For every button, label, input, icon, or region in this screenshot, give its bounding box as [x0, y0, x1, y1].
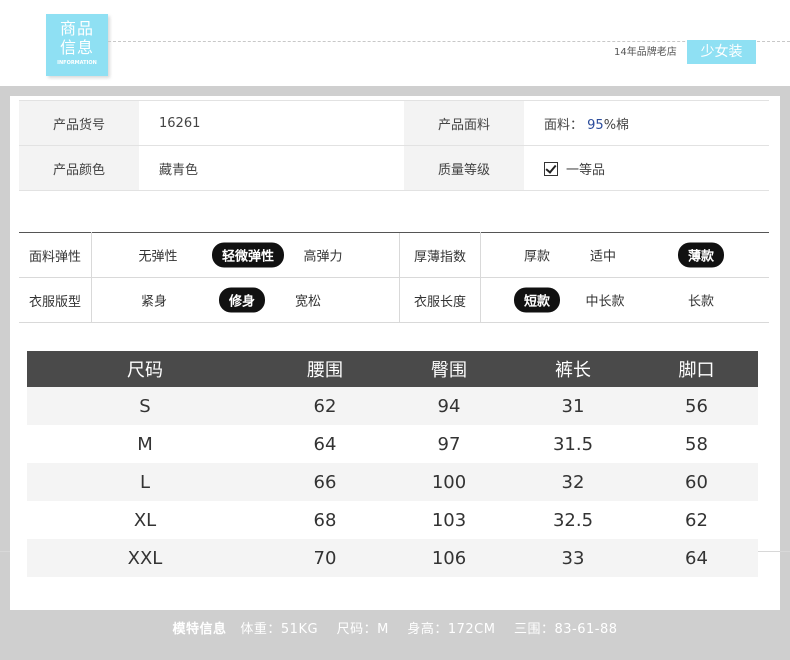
size-row: XXL 70 106 33 64: [27, 539, 758, 577]
quality-label: 质量等级: [404, 145, 524, 191]
model-weight: 体重：51KG: [240, 622, 319, 637]
size-first-col-inner: M: [137, 433, 153, 455]
logo-en: INFORMATION: [57, 60, 97, 66]
header-hip: 臀围: [387, 351, 511, 387]
fabric-value: 面料： 95%棉: [524, 100, 769, 146]
size-cell: L: [27, 463, 263, 501]
size-cell: 94: [387, 387, 511, 425]
thickness-option: 适中: [589, 249, 617, 265]
header: 商品 信息 INFORMATION 14年品牌老店 少女装: [0, 0, 790, 86]
size-first-col-inner: 尺码: [127, 360, 163, 381]
length-option: 中长款: [585, 294, 625, 310]
size-cell: S: [27, 387, 263, 425]
shop-tag: 少女装: [687, 40, 756, 64]
size-chart-table: 尺码 腰围 臀围 裤长 脚口 S 62 94 31 56 M 64 97 31.5 58 L 66 100 32 60…: [27, 351, 758, 577]
fabric-label: 产品面料: [404, 100, 524, 146]
header-length: 裤长: [511, 351, 635, 387]
size-cell: 100: [387, 463, 511, 501]
header-waist: 腰围: [263, 351, 387, 387]
size-row: S 62 94 31 56: [27, 387, 758, 425]
attr-row: 衣服版型 紧身 修身 宽松 衣服长度 短款 中长款 长款: [19, 277, 769, 323]
fit-options: 紧身 修身 宽松: [91, 277, 400, 323]
model-measurements: 三围：83-61-88: [513, 622, 618, 637]
logo-line1: 商品: [59, 19, 94, 38]
fabric-prefix: 面料：: [544, 117, 584, 133]
size-first-col-inner: XL: [133, 509, 157, 531]
size-cell: 32.5: [511, 501, 635, 539]
size-cell: 66: [263, 463, 387, 501]
fit-option-selected: 修身: [218, 287, 266, 313]
size-cell: XXL: [27, 539, 263, 577]
header-hem: 脚口: [635, 351, 758, 387]
size-cell: 106: [387, 539, 511, 577]
info-row: 产品颜色 藏青色 质量等级 一等品: [19, 145, 769, 191]
fabric-percent: 95: [587, 117, 604, 133]
elasticity-options: 无弹性 轻微弹性 高弹力: [91, 232, 400, 278]
size-first-col-inner: XXL: [127, 547, 163, 569]
size-cell: 58: [635, 425, 758, 463]
length-options: 短款 中长款 长款: [480, 277, 769, 323]
left-edge-line: [0, 551, 10, 552]
elasticity-label: 面料弹性: [19, 232, 92, 278]
quality-value: 一等品: [566, 162, 606, 178]
size-cell: 32: [511, 463, 635, 501]
size-first-col-inner: S: [139, 395, 151, 417]
model-height: 身高：172CM: [407, 622, 496, 637]
info-row: 产品货号 16261 产品面料 面料： 95%棉: [19, 100, 769, 146]
header-size: 尺码: [27, 351, 263, 387]
size-cell: 31.5: [511, 425, 635, 463]
size-cell: 103: [387, 501, 511, 539]
size-cell: 62: [635, 501, 758, 539]
thickness-label: 厚薄指数: [399, 232, 481, 278]
size-first-col-inner: L: [139, 471, 151, 493]
fit-option: 宽松: [294, 294, 322, 310]
length-label: 衣服长度: [399, 277, 481, 323]
attr-row: 面料弹性 无弹性 轻微弹性 高弹力 厚薄指数 厚款 适中 薄款: [19, 232, 769, 278]
size-cell: 31: [511, 387, 635, 425]
right-edge-line: [758, 551, 790, 552]
size-cell: 68: [263, 501, 387, 539]
size-cell: 97: [387, 425, 511, 463]
fit-label: 衣服版型: [19, 277, 92, 323]
item-no-value: 16261: [139, 100, 404, 146]
logo-line2: 信息: [59, 38, 94, 57]
color-value: 藏青色: [139, 145, 404, 191]
size-cell: 62: [263, 387, 387, 425]
size-cell: 60: [635, 463, 758, 501]
size-cell: 56: [635, 387, 758, 425]
size-cell: XL: [27, 501, 263, 539]
item-no-label: 产品货号: [19, 100, 139, 146]
size-cell: 70: [263, 539, 387, 577]
size-row: XL 68 103 32.5 62: [27, 501, 758, 539]
size-cell: M: [27, 425, 263, 463]
size-table-header: 尺码 腰围 臀围 裤长 脚口: [27, 351, 758, 387]
elasticity-option: 无弹性: [138, 249, 178, 265]
attribute-table: 面料弹性 无弹性 轻微弹性 高弹力 厚薄指数 厚款 适中 薄款 衣服版型 紧身 …: [19, 232, 769, 323]
thickness-option: 厚款: [523, 249, 551, 265]
size-cell: 64: [635, 539, 758, 577]
quality-value-cell: 一等品: [524, 145, 769, 191]
size-cell: 64: [263, 425, 387, 463]
size-cell: 33: [511, 539, 635, 577]
elasticity-option: 高弹力: [303, 249, 343, 265]
fit-option: 紧身: [140, 294, 168, 310]
shop-text: 14年品牌老店: [614, 47, 677, 58]
size-row: L 66 100 32 60: [27, 463, 758, 501]
model-info-label: 模特信息: [172, 622, 227, 637]
product-info-table: 产品货号 16261 产品面料 面料： 95%棉 产品颜色 藏青色 质量等级 一…: [19, 100, 769, 191]
thickness-option-selected: 薄款: [677, 242, 725, 268]
thickness-options: 厚款 适中 薄款: [480, 232, 769, 278]
size-row: M 64 97 31.5 58: [27, 425, 758, 463]
model-info: 模特信息 体重：51KG 尺码：M 身高：172CM 三围：83-61-88: [0, 618, 790, 637]
product-info-logo: 商品 信息 INFORMATION: [46, 14, 108, 76]
elasticity-option-selected: 轻微弹性: [211, 242, 285, 268]
checked-checkbox-icon: [544, 161, 558, 176]
length-option: 长款: [687, 294, 715, 310]
color-label: 产品颜色: [19, 145, 139, 191]
fabric-suffix: %棉: [603, 117, 630, 133]
length-option-selected: 短款: [513, 287, 561, 313]
model-size: 尺码：M: [336, 622, 389, 637]
